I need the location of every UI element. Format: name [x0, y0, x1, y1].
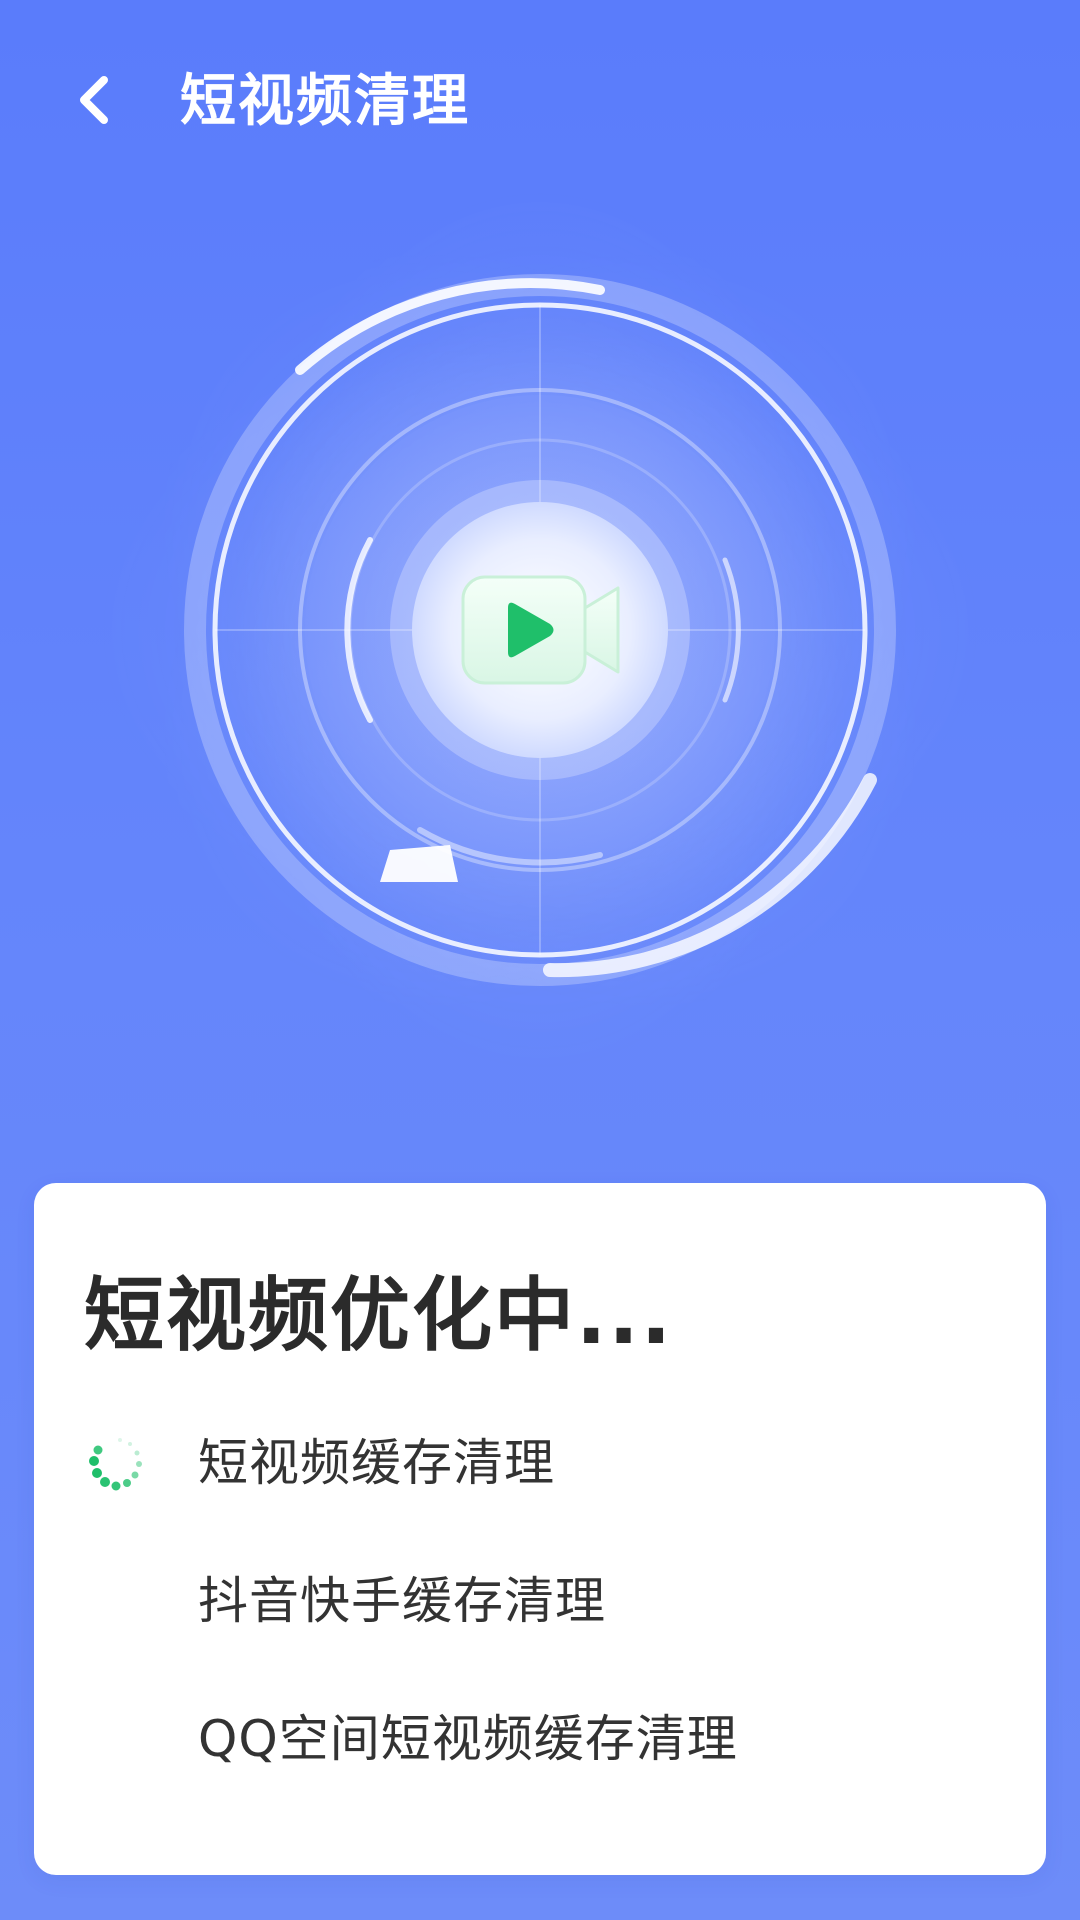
status-title: 短视频优化中... [84, 1269, 674, 1362]
task-label: 抖音快手缓存清理 [198, 1572, 606, 1630]
chevron-left-icon [80, 76, 108, 124]
page-title: 短视频清理 [180, 69, 470, 134]
optimization-status-card: 短视频优化中... 短视频缓存清理 抖音快手缓存清理 QQ空间短视频缓存清理 [34, 1183, 1046, 1875]
scan-illustration [90, 180, 990, 1080]
task-item-douyin-kuaishou-cache: 抖音快手缓存清理 [84, 1561, 1004, 1641]
task-status-placeholder [84, 1707, 148, 1771]
task-label: 短视频缓存清理 [198, 1434, 555, 1492]
task-item-qq-zone-video-cache: QQ空间短视频缓存清理 [84, 1699, 1004, 1779]
task-item-short-video-cache: 短视频缓存清理 [84, 1423, 1004, 1503]
loading-spinner-icon [89, 1438, 142, 1491]
back-button[interactable] [54, 60, 134, 140]
task-label: QQ空间短视频缓存清理 [198, 1710, 738, 1768]
sweep-wedge [380, 845, 458, 882]
task-status-placeholder [84, 1569, 148, 1633]
